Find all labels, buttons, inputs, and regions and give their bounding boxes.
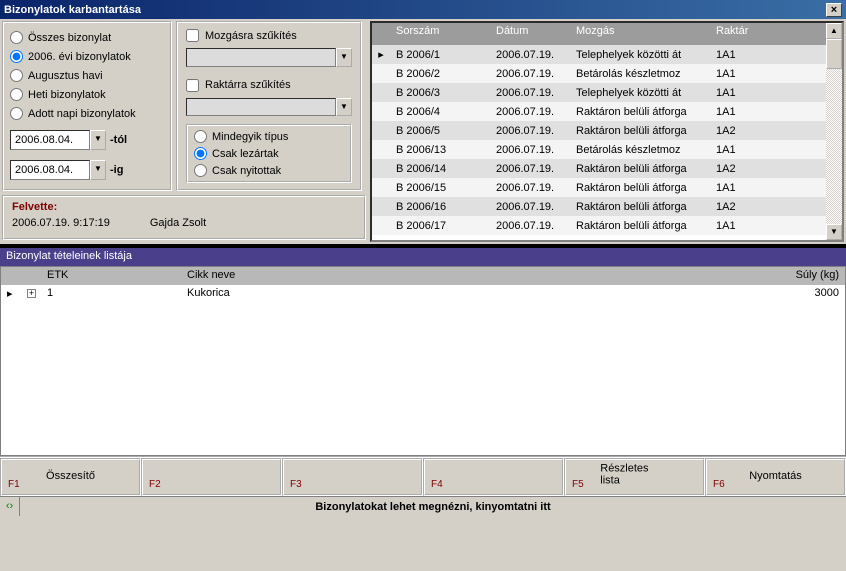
f1-button[interactable]: ÖsszesítőF1: [0, 458, 141, 496]
table-row[interactable]: B 2006/172006.07.19.Raktáron belüli átfo…: [372, 216, 826, 235]
scroll-down-icon[interactable]: ▼: [826, 224, 842, 240]
chevron-down-icon: ▼: [336, 98, 352, 117]
combo-raktar[interactable]: ▼: [186, 98, 352, 117]
f3-button[interactable]: F3: [282, 458, 423, 496]
title-bar: Bizonylatok karbantartása ×: [0, 0, 846, 19]
col-suly[interactable]: Súly (kg): [605, 267, 845, 285]
items-list: ETK Cikk neve Súly (kg) ▸+1Kukorica3000: [0, 266, 846, 456]
status-bar: ‹› Bizonylatokat lehet megnézni, kinyomt…: [0, 496, 846, 516]
f2-button[interactable]: F2: [141, 458, 282, 496]
date-to-dropdown[interactable]: ▼: [90, 160, 106, 180]
to-label: -ig: [110, 164, 123, 176]
table-row[interactable]: B 2006/162006.07.19.Raktáron belüli átfo…: [372, 197, 826, 216]
list-header: ETK Cikk neve Súly (kg): [1, 267, 845, 285]
chk-mozgas[interactable]: Mozgásra szűkítés: [186, 29, 352, 42]
table-row[interactable]: B 2006/42006.07.19.Raktáron belüli átfor…: [372, 102, 826, 121]
f4-button[interactable]: F4: [423, 458, 564, 496]
radio-type-open[interactable]: Csak nyitottak: [194, 164, 344, 177]
from-label: -tól: [110, 134, 127, 146]
narrow-filter-panel: Mozgásra szűkítés ▼ Raktárra szűkítés ▼ …: [176, 21, 362, 191]
scroll-thumb[interactable]: [826, 39, 842, 69]
col-sorszam[interactable]: Sorszám: [390, 23, 490, 45]
radio-all[interactable]: Összes bizonylat: [10, 31, 164, 44]
created-by-panel: Felvette: 2006.07.19. 9:17:19 Gajda Zsol…: [2, 195, 366, 240]
f5-button[interactable]: Részletes listaF5: [564, 458, 705, 496]
table-row[interactable]: B 2006/52006.07.19.Raktáron belüli átfor…: [372, 121, 826, 140]
radio-type-closed[interactable]: Csak lezártak: [194, 147, 344, 160]
created-timestamp: 2006.07.19. 9:17:19: [12, 217, 110, 229]
date-to-input[interactable]: [10, 160, 90, 180]
col-cikk[interactable]: Cikk neve: [181, 267, 605, 285]
status-icon: ‹›: [0, 497, 20, 516]
scroll-up-icon[interactable]: ▲: [826, 23, 842, 39]
f6-button[interactable]: NyomtatásF6: [705, 458, 846, 496]
function-keys: ÖsszesítőF1 F2 F3 F4 Részletes listaF5 N…: [0, 456, 846, 496]
col-raktar[interactable]: Raktár: [710, 23, 800, 45]
created-user: Gajda Zsolt: [150, 217, 206, 229]
type-filter-group: Mindegyik típus Csak lezártak Csak nyito…: [186, 124, 352, 183]
list-title: Bizonylat tételeinek listája: [0, 248, 846, 266]
status-message: Bizonylatokat lehet megnézni, kinyomtatn…: [20, 501, 846, 513]
period-filter-panel: Összes bizonylat 2006. évi bizonylatok A…: [2, 21, 172, 191]
radio-year[interactable]: 2006. évi bizonylatok: [10, 50, 164, 63]
list-item[interactable]: ▸+1Kukorica3000: [1, 285, 845, 303]
close-button[interactable]: ×: [826, 3, 842, 17]
col-mozgas[interactable]: Mozgás: [570, 23, 710, 45]
combo-mozgas[interactable]: ▼: [186, 48, 352, 67]
table-row[interactable]: B 2006/142006.07.19.Raktáron belüli átfo…: [372, 159, 826, 178]
grid-scrollbar[interactable]: ▲ ▼: [826, 23, 842, 240]
table-row[interactable]: B 2006/132006.07.19.Betárolás készletmoz…: [372, 140, 826, 159]
window-title: Bizonylatok karbantartása: [4, 4, 141, 16]
chevron-down-icon: ▼: [336, 48, 352, 67]
table-row[interactable]: ▸B 2006/12006.07.19.Telephelyek közötti …: [372, 45, 826, 64]
col-datum[interactable]: Dátum: [490, 23, 570, 45]
chk-raktar[interactable]: Raktárra szűkítés: [186, 79, 352, 92]
table-row[interactable]: B 2006/152006.07.19.Raktáron belüli átfo…: [372, 178, 826, 197]
documents-grid: Sorszám Dátum Mozgás Raktár ▸B 2006/1200…: [370, 21, 844, 242]
table-row[interactable]: B 2006/32006.07.19.Telephelyek közötti á…: [372, 83, 826, 102]
radio-month[interactable]: Augusztus havi: [10, 69, 164, 82]
date-from-input[interactable]: [10, 130, 90, 150]
date-from-dropdown[interactable]: ▼: [90, 130, 106, 150]
radio-day[interactable]: Adott napi bizonylatok: [10, 107, 164, 120]
grid-header: Sorszám Dátum Mozgás Raktár: [372, 23, 826, 45]
created-by-label: Felvette:: [12, 201, 356, 213]
radio-type-all[interactable]: Mindegyik típus: [194, 130, 344, 143]
table-row[interactable]: B 2006/22006.07.19.Betárolás készletmoz1…: [372, 64, 826, 83]
radio-week[interactable]: Heti bizonylatok: [10, 88, 164, 101]
col-etk[interactable]: ETK: [41, 267, 181, 285]
